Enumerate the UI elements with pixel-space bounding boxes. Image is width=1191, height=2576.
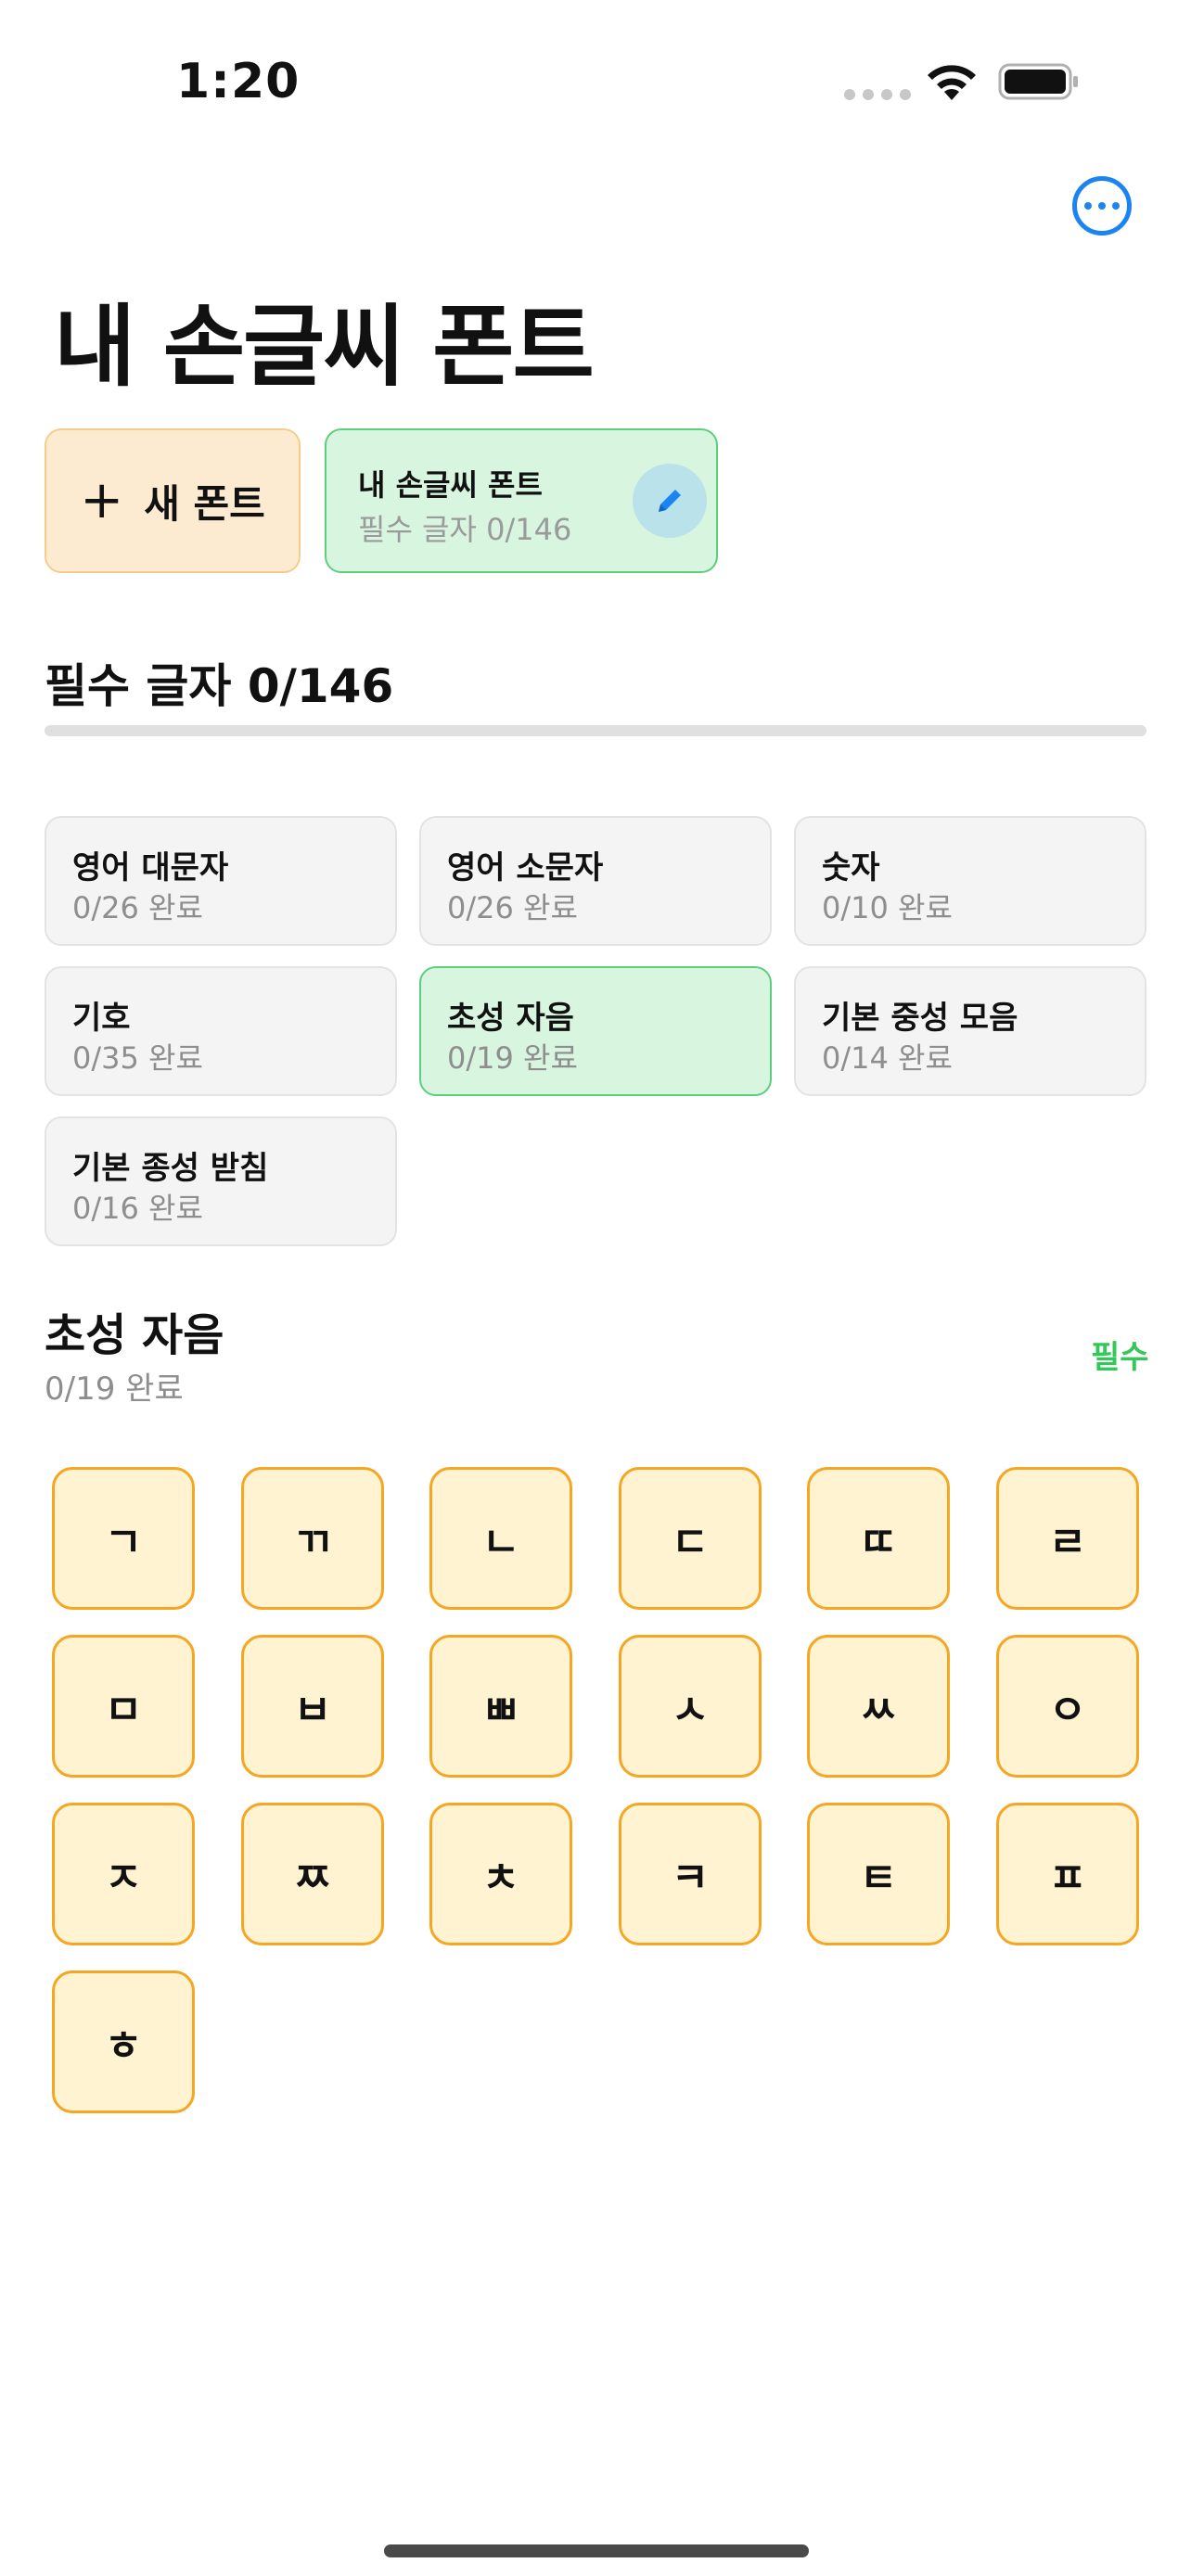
category-name: 숫자 (822, 849, 880, 886)
category-name: 초성 자음 (447, 1000, 574, 1037)
category-progress: 0/19 완료 (447, 1040, 578, 1076)
letter-tile[interactable]: ㅈ (52, 1803, 195, 1945)
letter-tile[interactable]: ㅉ (241, 1803, 384, 1945)
letter-tile[interactable]: ㄱ (52, 1467, 195, 1610)
category-name: 기본 종성 받침 (72, 1150, 269, 1187)
letter-tile[interactable]: ㄴ (429, 1467, 572, 1610)
letter-tile[interactable]: ㅊ (429, 1803, 572, 1945)
page-title: 내 손글씨 폰트 (54, 295, 595, 399)
letter-tile[interactable]: ㄸ (807, 1467, 950, 1610)
required-progress-bar (45, 725, 1146, 736)
cellular-signal-icon (844, 89, 911, 100)
new-font-label: 새 폰트 (144, 480, 265, 527)
new-font-button[interactable]: + 새 폰트 (45, 428, 301, 573)
plus-icon: + (80, 470, 124, 530)
category-english-uppercase[interactable]: 영어 대문자 0/26 완료 (45, 816, 397, 946)
status-time: 1:20 (176, 54, 301, 109)
letter-tile[interactable]: ㅁ (52, 1635, 195, 1778)
battery-icon (998, 63, 1078, 100)
letter-tile[interactable]: ㅃ (429, 1635, 572, 1778)
group-title: 초성 자음 (45, 1309, 224, 1361)
font-chip-progress: 필수 글자 0/146 (358, 512, 572, 547)
category-progress: 0/35 완료 (72, 1040, 203, 1076)
letter-tile[interactable]: ㄹ (996, 1467, 1139, 1610)
group-progress: 0/19 완료 (45, 1371, 184, 1408)
category-english-lowercase[interactable]: 영어 소문자 0/26 완료 (419, 816, 772, 946)
letter-tile[interactable]: ㅎ (52, 1970, 195, 2113)
category-final-consonants[interactable]: 기본 종성 받침 0/16 완료 (45, 1116, 397, 1246)
category-progress: 0/26 완료 (72, 890, 203, 925)
required-tag: 필수 (1091, 1339, 1149, 1376)
category-name: 영어 소문자 (447, 849, 604, 886)
wifi-icon (928, 65, 976, 100)
letter-tile[interactable]: ㅍ (996, 1803, 1139, 1945)
home-indicator (384, 2544, 809, 2557)
letter-tile[interactable]: ㅇ (996, 1635, 1139, 1778)
category-progress: 0/16 완료 (72, 1191, 203, 1226)
letter-tile[interactable]: ㅌ (807, 1803, 950, 1945)
letter-tile[interactable]: ㄷ (619, 1467, 762, 1610)
more-options-button[interactable] (1072, 176, 1132, 236)
pencil-icon (659, 490, 681, 512)
category-symbols[interactable]: 기호 0/35 완료 (45, 966, 397, 1096)
required-section-title: 필수 글자 0/146 (45, 659, 394, 713)
letter-tile[interactable]: ㅋ (619, 1803, 762, 1945)
category-progress: 0/14 완료 (822, 1040, 953, 1076)
category-name: 기본 중성 모음 (822, 1000, 1018, 1037)
ellipsis-circle-icon (1084, 202, 1092, 210)
category-name: 기호 (72, 1000, 131, 1037)
category-name: 영어 대문자 (72, 849, 229, 886)
edit-font-button[interactable] (633, 464, 707, 538)
category-numbers[interactable]: 숫자 0/10 완료 (794, 816, 1146, 946)
letter-tile[interactable]: ㅆ (807, 1635, 950, 1778)
category-initial-consonants[interactable]: 초성 자음 0/19 완료 (419, 966, 772, 1096)
letter-tile[interactable]: ㅂ (241, 1635, 384, 1778)
letter-tile[interactable]: ㅅ (619, 1635, 762, 1778)
font-chip-current[interactable]: 내 손글씨 폰트 필수 글자 0/146 (325, 428, 718, 573)
category-progress: 0/10 완료 (822, 890, 953, 925)
font-chip-name: 내 손글씨 폰트 (358, 467, 543, 503)
category-basic-vowels[interactable]: 기본 중성 모음 0/14 완료 (794, 966, 1146, 1096)
letter-tile[interactable]: ㄲ (241, 1467, 384, 1610)
category-progress: 0/26 완료 (447, 890, 578, 925)
